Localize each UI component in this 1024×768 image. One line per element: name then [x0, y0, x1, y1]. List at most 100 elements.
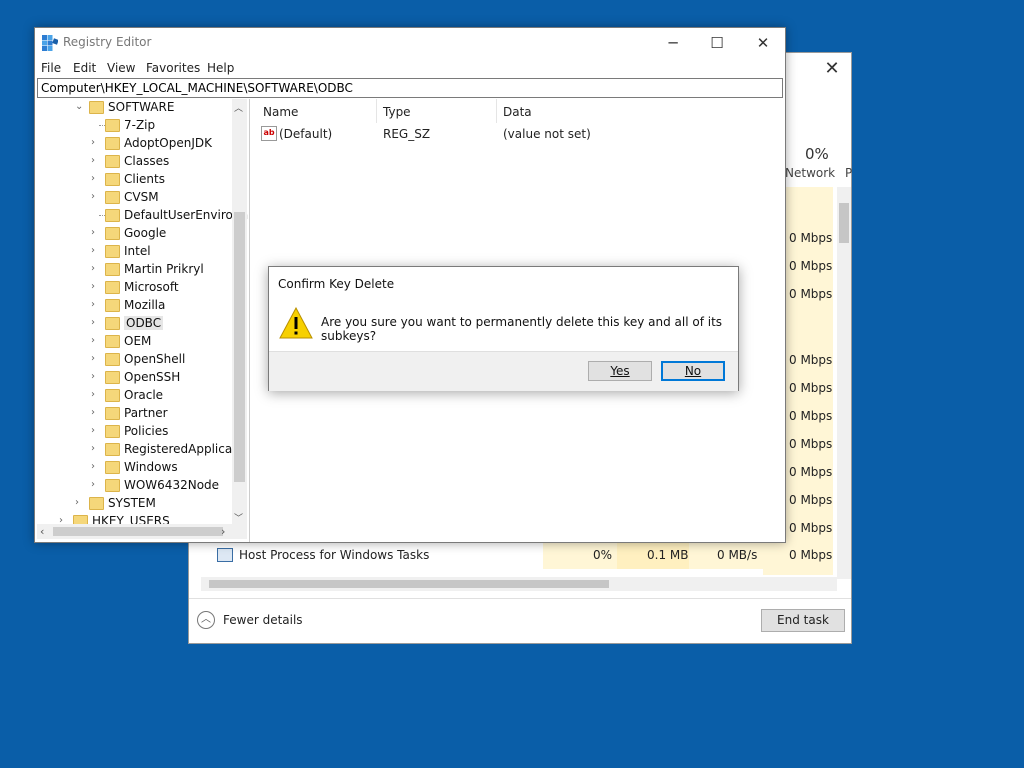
chevron-up-icon[interactable]: ︿	[197, 611, 215, 629]
menu-edit[interactable]: Edit	[73, 61, 96, 75]
tree-item[interactable]: › Oracle	[37, 387, 237, 405]
task-manager-horizontal-thumb[interactable]	[209, 580, 609, 588]
folder-icon	[105, 227, 120, 240]
tree-item[interactable]: › WOW6432Node	[37, 477, 237, 495]
end-task-button[interactable]: End task	[761, 609, 845, 632]
folder-icon	[105, 137, 120, 150]
chevron-right-icon[interactable]: ›	[91, 407, 101, 418]
tree-item[interactable]: › Mozilla	[37, 297, 237, 315]
dialog-title: Confirm Key Delete	[278, 277, 395, 291]
network-value: 0 Mbps	[789, 259, 833, 273]
tree-horizontal-thumb[interactable]	[53, 527, 223, 536]
tree-item[interactable]: › OEM	[37, 333, 237, 351]
tree-item-software[interactable]: ⌄ SOFTWARE	[37, 99, 237, 117]
tree-vertical-thumb[interactable]	[234, 212, 245, 482]
tree-item[interactable]: › OpenShell	[37, 351, 237, 369]
chevron-right-icon[interactable]: ›	[91, 245, 101, 256]
tree-item[interactable]: › Intel	[37, 243, 237, 261]
column-header-name[interactable]: Name	[263, 105, 298, 119]
chevron-right-icon[interactable]: ›	[91, 389, 101, 400]
network-column-header[interactable]: Network	[785, 166, 835, 180]
tree-item[interactable]: › OpenSSH	[37, 369, 237, 387]
maximize-button[interactable]: ☐	[695, 30, 739, 56]
column-separator[interactable]	[376, 99, 377, 123]
task-manager-vertical-thumb[interactable]	[839, 203, 849, 243]
scroll-down-arrow[interactable]: ﹀	[234, 511, 243, 524]
scroll-right-arrow[interactable]: ›	[221, 525, 225, 538]
close-button[interactable]: ✕	[741, 30, 785, 56]
column-header-data[interactable]: Data	[503, 105, 532, 119]
tree-item[interactable]: › Clients	[37, 171, 237, 189]
chevron-right-icon[interactable]: ›	[91, 353, 101, 364]
task-manager-close-button[interactable]: ✕	[822, 59, 842, 79]
chevron-right-icon[interactable]: ›	[91, 227, 101, 238]
fewer-details-link[interactable]: Fewer details	[223, 613, 303, 627]
chevron-right-icon[interactable]: ›	[91, 317, 101, 328]
tree-item[interactable]: › Partner	[37, 405, 237, 423]
network-value: 0 Mbps	[789, 409, 833, 423]
power-column-header[interactable]: P	[845, 166, 852, 180]
network-value: 0 Mbps	[789, 381, 833, 395]
column-separator[interactable]	[496, 99, 497, 123]
tree-item[interactable]: DefaultUserEnvironn	[37, 207, 248, 225]
chevron-right-icon[interactable]: ›	[91, 299, 101, 310]
scroll-up-arrow[interactable]: ︿	[234, 101, 243, 114]
chevron-right-icon[interactable]: ›	[75, 497, 85, 508]
chevron-right-icon[interactable]: ›	[91, 173, 101, 184]
tree-item[interactable]: › ODBC	[37, 315, 237, 333]
chevron-right-icon[interactable]: ›	[91, 335, 101, 346]
no-label: No	[684, 364, 702, 378]
tree-item[interactable]: › Windows	[37, 459, 237, 477]
tree-item[interactable]: › Microsoft	[37, 279, 237, 297]
tree-item[interactable]: › Martin Prikryl	[37, 261, 237, 279]
tree-item[interactable]: › AdoptOpenJDK	[37, 135, 237, 153]
folder-icon	[105, 317, 120, 330]
tree-item[interactable]: › RegisteredApplicatio	[37, 441, 248, 459]
tree-item-label: SOFTWARE	[108, 100, 175, 114]
task-manager-vertical-scrollbar[interactable]	[837, 187, 851, 579]
chevron-down-icon[interactable]: ⌄	[75, 101, 85, 112]
folder-icon	[105, 407, 120, 420]
chevron-right-icon[interactable]: ›	[91, 425, 101, 436]
folder-icon	[105, 209, 120, 222]
chevron-right-icon[interactable]: ›	[91, 479, 101, 490]
menu-view[interactable]: View	[107, 61, 135, 75]
no-button[interactable]: No	[661, 361, 725, 381]
process-row[interactable]: Host Process for Windows Tasks 0% 0.1 MB…	[189, 543, 837, 569]
chevron-right-icon[interactable]: ›	[91, 281, 101, 292]
network-value: 0 Mbps	[789, 353, 833, 367]
chevron-right-icon[interactable]: ›	[91, 263, 101, 274]
folder-icon	[105, 299, 120, 312]
address-bar[interactable]: Computer\HKEY_LOCAL_MACHINE\SOFTWARE\ODB…	[37, 78, 783, 98]
chevron-right-icon[interactable]: ›	[91, 371, 101, 382]
minimize-button[interactable]: ─	[651, 30, 695, 56]
yes-button[interactable]: Yes	[588, 361, 652, 381]
divider	[189, 598, 851, 599]
tree-item-label: Clients	[124, 172, 165, 186]
chevron-right-icon[interactable]: ›	[91, 191, 101, 202]
tree-item[interactable]: › CVSM	[37, 189, 237, 207]
tree-item-label: WOW6432Node	[124, 478, 220, 492]
scroll-left-arrow[interactable]: ‹	[40, 525, 44, 538]
chevron-right-icon[interactable]: ›	[91, 155, 101, 166]
chevron-right-icon[interactable]: ›	[91, 461, 101, 472]
tree-item[interactable]: › Google	[37, 225, 237, 243]
process-memory: 0.1 MB	[647, 548, 689, 562]
column-header-type[interactable]: Type	[383, 105, 411, 119]
tree-item[interactable]: › Policies	[37, 423, 237, 441]
tree-item[interactable]: 7-Zip	[37, 117, 237, 135]
value-name[interactable]: (Default)	[279, 127, 332, 141]
folder-icon	[105, 353, 120, 366]
chevron-right-icon[interactable]: ›	[91, 137, 101, 148]
menu-file[interactable]: File	[41, 61, 61, 75]
chevron-right-icon[interactable]: ›	[91, 443, 101, 454]
title-bar[interactable]: Registry Editor ─ ☐ ✕	[35, 28, 785, 58]
tree-item-label: DefaultUserEnvironn	[124, 208, 249, 222]
folder-icon	[105, 263, 120, 276]
tree-item[interactable]: › Classes	[37, 153, 237, 171]
folder-icon	[105, 443, 120, 456]
tree-item-label: SYSTEM	[108, 496, 156, 510]
menu-favorites[interactable]: Favorites	[146, 61, 200, 75]
menu-help[interactable]: Help	[207, 61, 234, 75]
tree-item-system[interactable]: › SYSTEM	[37, 495, 237, 513]
